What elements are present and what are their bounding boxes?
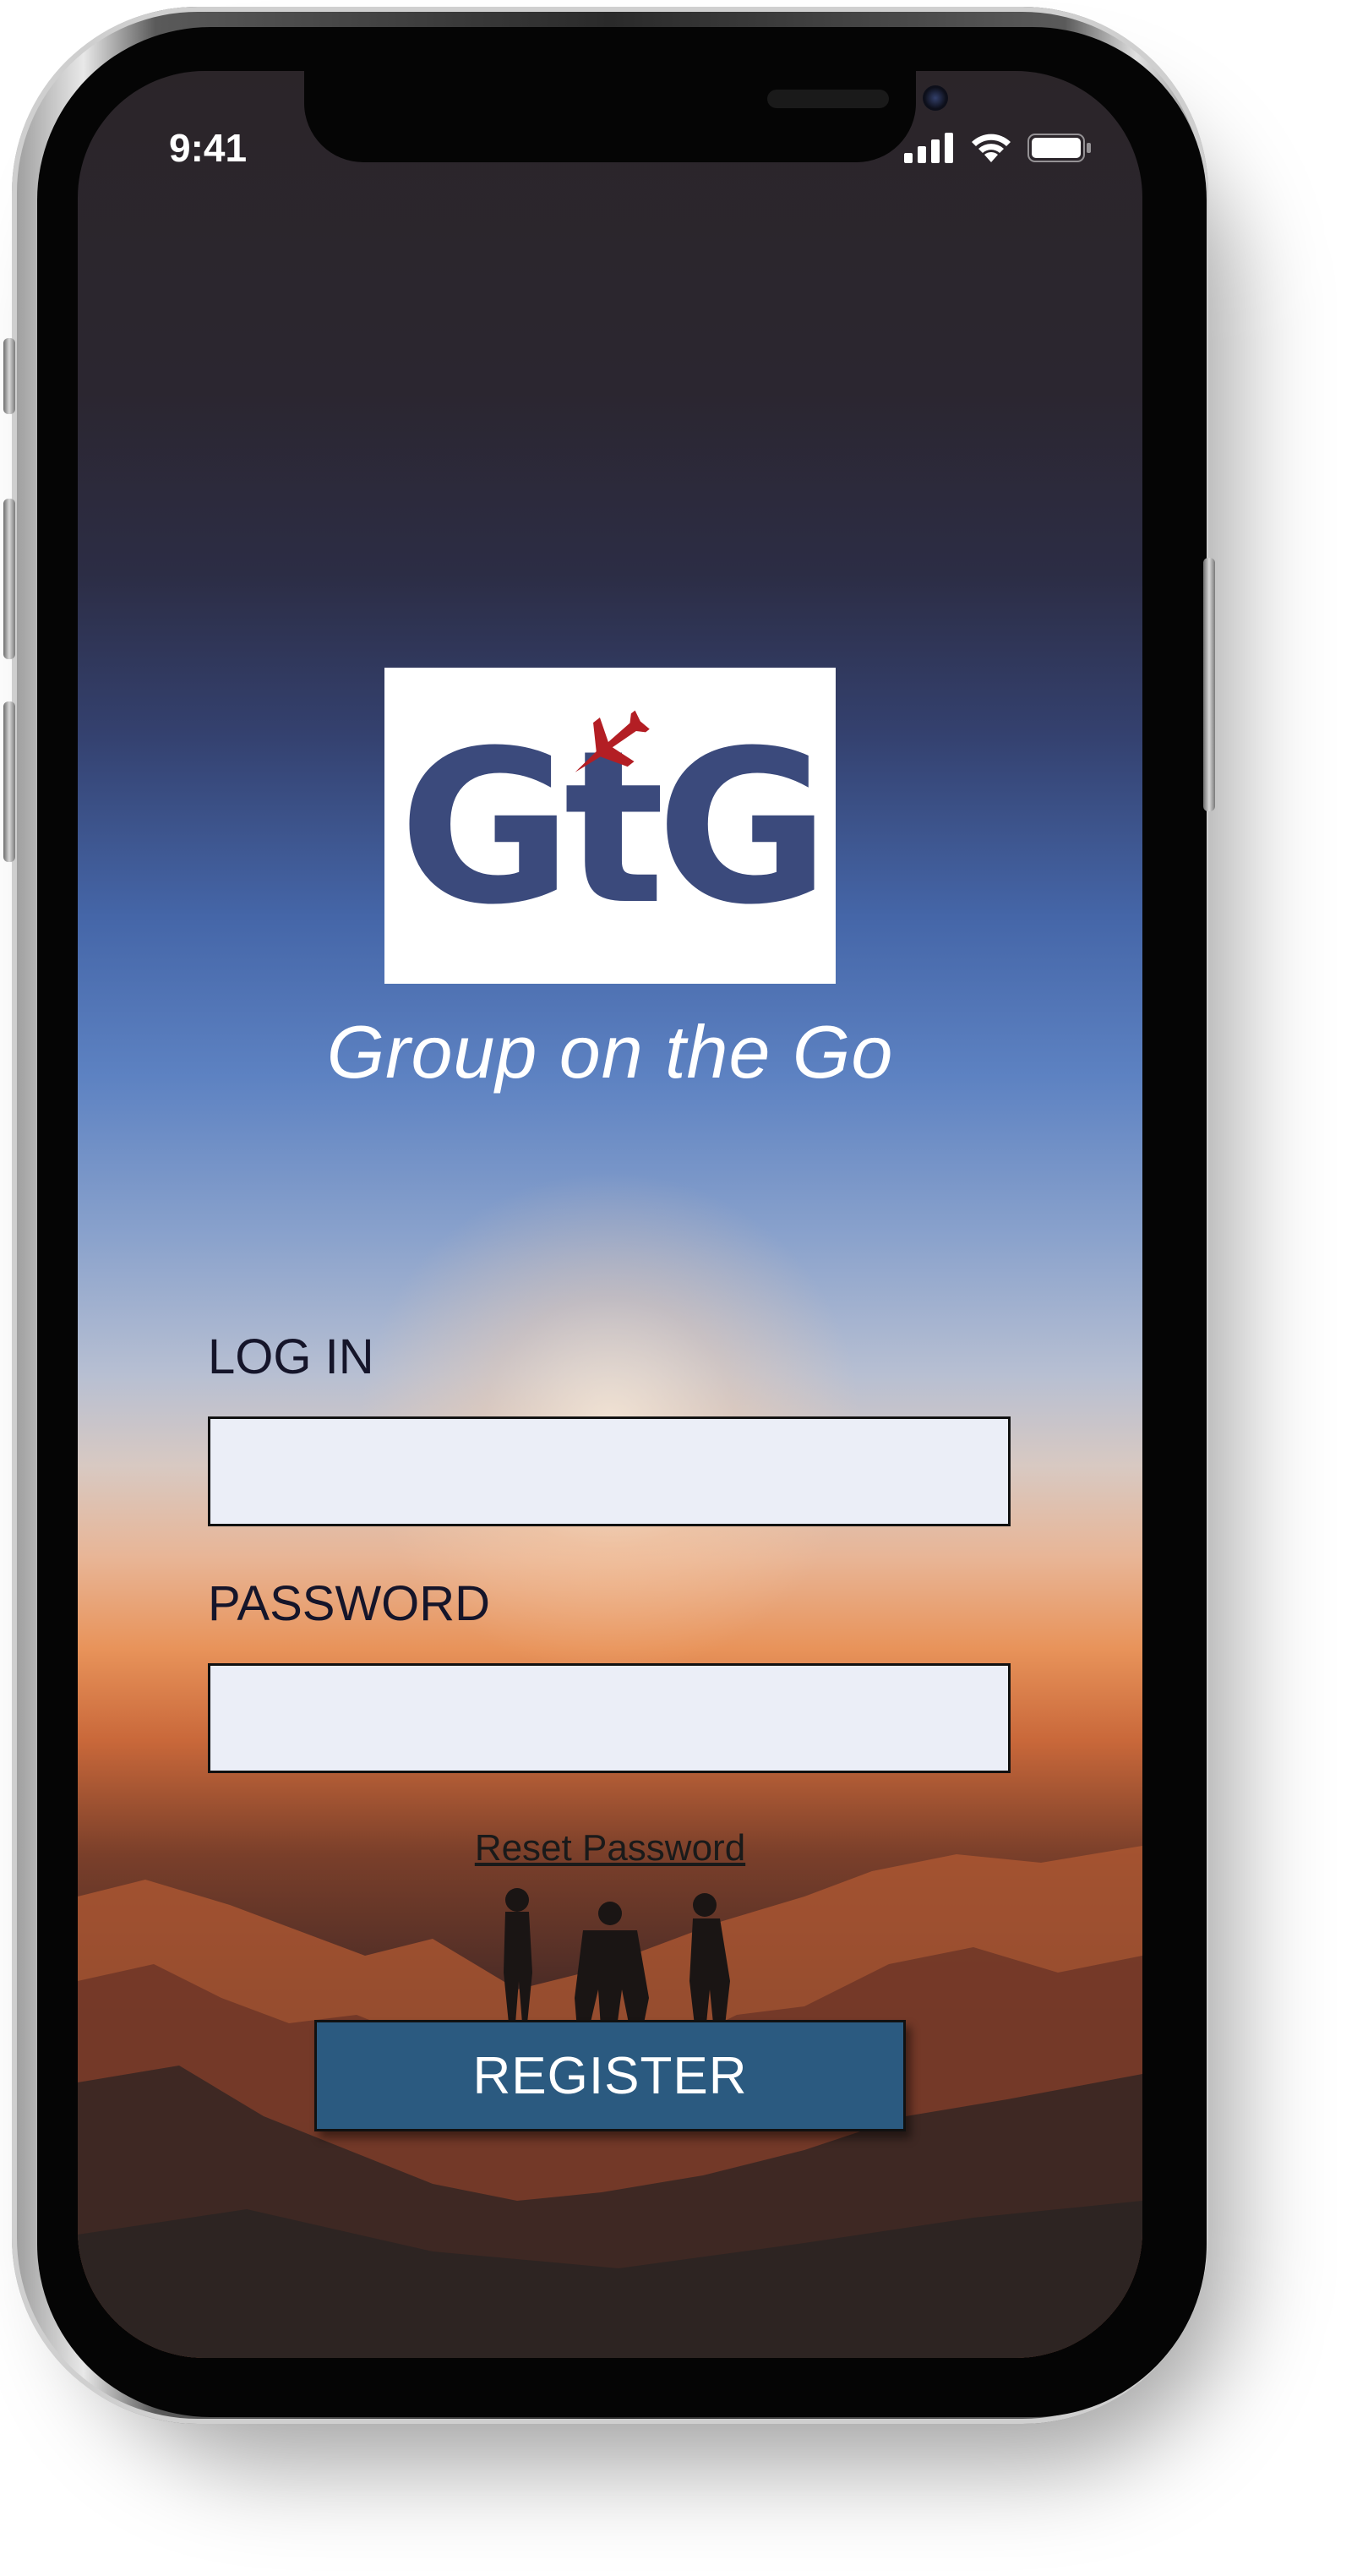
status-icons	[904, 132, 1092, 164]
password-input[interactable]	[208, 1663, 1011, 1773]
reset-password-link[interactable]: Reset Password	[78, 1827, 1142, 1869]
app-logo: GtG	[384, 668, 836, 984]
register-button[interactable]: REGISTER	[314, 2020, 906, 2131]
front-camera	[923, 85, 948, 111]
password-label: PASSWORD	[208, 1576, 491, 1631]
app-tagline: Group on the Go	[326, 1010, 894, 1094]
login-label: LOG IN	[208, 1329, 374, 1384]
login-input[interactable]	[208, 1416, 1011, 1526]
airplane-icon	[575, 710, 650, 772]
signal-icon	[904, 133, 953, 163]
earpiece-speaker	[767, 90, 889, 108]
battery-icon	[1027, 134, 1091, 162]
notch	[304, 71, 948, 162]
silent-switch	[3, 338, 15, 414]
phone-screen: 9:41 GtG Group on the Go LOG IN PASSWORD…	[78, 71, 1142, 2358]
volume-up-button	[3, 499, 15, 659]
status-time: 9:41	[169, 126, 248, 170]
wifi-icon	[972, 134, 1011, 162]
power-button	[1203, 558, 1215, 811]
volume-down-button	[3, 701, 15, 862]
